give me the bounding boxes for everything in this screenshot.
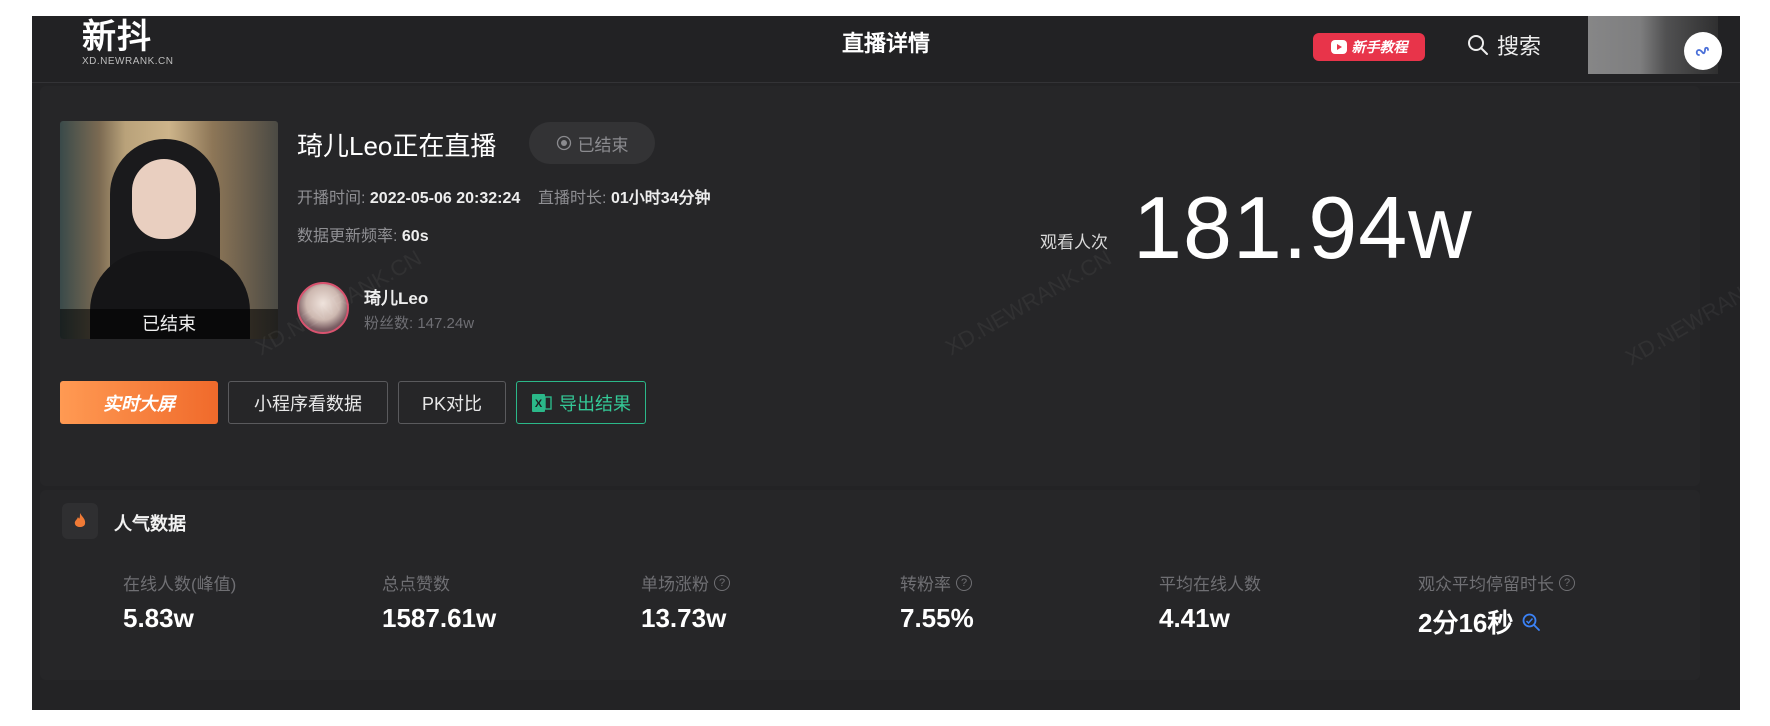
refresh-value: 60s	[401, 228, 429, 245]
metric-avg-online: 平均在线人数 4.41w	[1159, 570, 1261, 634]
export-label: 导出结果	[559, 393, 631, 414]
search-button[interactable]: 搜索	[1467, 29, 1541, 61]
cover-ended-label: 已结束	[60, 309, 278, 339]
metric-conversion-rate: 转粉率 ? 7.55%	[900, 570, 974, 634]
duration-label: 直播时长:	[538, 190, 607, 207]
metric-value-text: 1587.61w	[382, 603, 497, 633]
views-value: 181.94w	[1133, 178, 1473, 277]
popularity-icon-box	[62, 503, 98, 539]
stream-title: 琦儿Leo正在直播	[297, 131, 497, 161]
metric-value: 2分16秒	[1418, 603, 1575, 640]
metric-value: 7.55%	[900, 603, 974, 634]
metric-label: 平均在线人数	[1159, 575, 1261, 594]
search-label: 搜索	[1497, 35, 1542, 60]
metric-label-text: 单场涨粉	[641, 575, 709, 594]
export-results-button[interactable]: X 导出结果	[516, 381, 646, 424]
metric-fans-gained: 单场涨粉 ? 13.73w	[641, 570, 730, 634]
metric-peak-online: 在线人数(峰值) 5.83w	[123, 570, 236, 634]
metric-value: 1587.61w	[382, 603, 496, 634]
metric-total-likes: 总点赞数 1587.61w	[382, 570, 496, 634]
metric-label-text: 转粉率	[900, 575, 951, 594]
refresh-label: 数据更新频率:	[297, 228, 398, 245]
tutorial-label: 新手教程	[1351, 39, 1408, 55]
start-time-label: 开播时间:	[297, 190, 366, 207]
magnify-icon[interactable]	[1521, 612, 1541, 632]
metric-label-text: 观众平均停留时长	[1418, 575, 1554, 594]
start-time-value: 2022-05-06 20:32:24	[369, 190, 521, 207]
realtime-screen-button[interactable]: 实时大屏	[60, 381, 218, 424]
fans-value: 147.24w	[417, 315, 475, 332]
metric-value-text: 7.55%	[900, 603, 974, 633]
metric-label: 转粉率 ?	[900, 570, 974, 595]
help-icon[interactable]: ?	[714, 574, 730, 591]
duration-value: 01小时34分钟	[610, 190, 711, 207]
stream-time-meta: 开播时间: 2022-05-06 20:32:24 直播时长: 01小时34分钟	[297, 184, 711, 208]
metric-value-text: 2分16秒	[1418, 608, 1514, 638]
pk-compare-button[interactable]: PK对比	[398, 381, 506, 424]
metric-value-text: 4.41w	[1159, 603, 1230, 633]
fans-label: 粉丝数:	[364, 315, 414, 332]
help-icon[interactable]: ?	[956, 574, 972, 591]
metric-value: 5.83w	[123, 603, 236, 634]
metric-avg-stay: 观众平均停留时长 ? 2分16秒	[1418, 570, 1575, 640]
host-fans: 粉丝数: 147.24w	[364, 312, 474, 333]
metric-label: 观众平均停留时长 ?	[1418, 570, 1575, 595]
mini-program-link-button[interactable]	[1684, 32, 1722, 70]
excel-icon: X	[532, 393, 552, 412]
radio-dot-icon	[556, 135, 571, 151]
miniapp-data-button[interactable]: 小程序看数据	[228, 381, 388, 424]
search-icon	[1468, 35, 1488, 55]
play-icon	[1330, 40, 1347, 54]
svg-text:X: X	[535, 398, 543, 410]
metric-value-text: 5.83w	[123, 603, 194, 633]
help-icon[interactable]: ?	[1559, 574, 1575, 591]
metric-value: 4.41w	[1159, 603, 1261, 634]
status-badge: 已结束	[529, 122, 655, 164]
live-info-card	[40, 86, 1700, 486]
refresh-meta: 数据更新频率: 60s	[297, 222, 429, 246]
metric-value: 13.73w	[641, 603, 730, 634]
metric-value-text: 13.73w	[641, 603, 727, 633]
metric-label: 在线人数(峰值)	[123, 575, 237, 594]
tutorial-button[interactable]: 新手教程	[1313, 33, 1425, 61]
metric-label: 单场涨粉 ?	[641, 570, 730, 595]
metric-label: 总点赞数	[382, 575, 450, 594]
flame-icon	[74, 513, 86, 527]
top-header: 新抖 XD.NEWRANK.CN 直播详情 新手教程 搜索	[32, 16, 1740, 83]
live-cover-image[interactable]: 已结束	[60, 121, 278, 339]
cover-face	[132, 159, 196, 239]
status-label: 已结束	[577, 135, 629, 155]
mini-program-link-icon	[1695, 46, 1709, 56]
popularity-title: 人气数据	[114, 514, 186, 534]
